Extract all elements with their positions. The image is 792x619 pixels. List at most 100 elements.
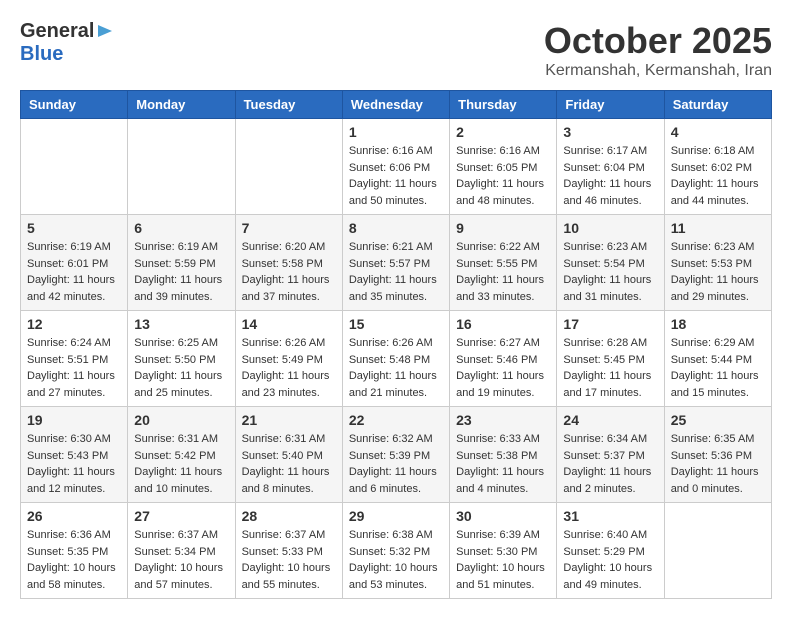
day-number: 11: [671, 220, 765, 236]
calendar-cell: 8Sunrise: 6:21 AM Sunset: 5:57 PM Daylig…: [342, 215, 449, 311]
calendar-cell: 20Sunrise: 6:31 AM Sunset: 5:42 PM Dayli…: [128, 407, 235, 503]
day-number: 10: [563, 220, 657, 236]
day-info: Sunrise: 6:16 AM Sunset: 6:05 PM Dayligh…: [456, 143, 550, 209]
week-row-3: 12Sunrise: 6:24 AM Sunset: 5:51 PM Dayli…: [21, 311, 772, 407]
calendar-cell: 22Sunrise: 6:32 AM Sunset: 5:39 PM Dayli…: [342, 407, 449, 503]
day-info: Sunrise: 6:29 AM Sunset: 5:44 PM Dayligh…: [671, 335, 765, 401]
calendar-cell: 11 Sunrise: 6:23 AM Sunset: 5:53 PM Dayli…: [664, 215, 771, 311]
day-number: 29: [349, 508, 443, 524]
calendar-subtitle: Kermanshah, Kermanshah, Iran: [544, 62, 772, 80]
day-number: 4: [671, 124, 765, 140]
day-number: 28: [242, 508, 336, 524]
day-number: 21: [242, 412, 336, 428]
day-info: Sunrise: 6:39 AM Sunset: 5:30 PM Dayligh…: [456, 527, 550, 593]
day-number: 20: [134, 412, 228, 428]
calendar-header-row: SundayMondayTuesdayWednesdayThursdayFrid…: [21, 91, 772, 119]
day-number: 15: [349, 316, 443, 332]
calendar-cell: 16Sunrise: 6:27 AM Sunset: 5:46 PM Dayli…: [450, 311, 557, 407]
day-number: 19: [27, 412, 121, 428]
day-info: Sunrise: 6:37 AM Sunset: 5:34 PM Dayligh…: [134, 527, 228, 593]
calendar-cell: 6Sunrise: 6:19 AM Sunset: 5:59 PM Daylig…: [128, 215, 235, 311]
calendar-cell: 1Sunrise: 6:16 AM Sunset: 6:06 PM Daylig…: [342, 119, 449, 215]
logo-blue-text: Blue: [20, 43, 63, 66]
calendar-cell: 17 Sunrise: 6:28 AM Sunset: 5:45 PM Dayli…: [557, 311, 664, 407]
page-header: General Blue October 2025 Kermanshah, Ke…: [20, 20, 772, 80]
calendar-cell: 10 Sunrise: 6:23 AM Sunset: 5:54 PM Dayli…: [557, 215, 664, 311]
day-number: 22: [349, 412, 443, 428]
calendar-cell: 21 Sunrise: 6:31 AM Sunset: 5:40 PM Dayli…: [235, 407, 342, 503]
calendar-cell: 19 Sunrise: 6:30 AM Sunset: 5:43 PM Dayli…: [21, 407, 128, 503]
day-number: 7: [242, 220, 336, 236]
day-number: 23: [456, 412, 550, 428]
calendar-cell: 28 Sunrise: 6:37 AM Sunset: 5:33 PM Dayli…: [235, 503, 342, 599]
day-number: 14: [242, 316, 336, 332]
calendar-cell: 13 Sunrise: 6:25 AM Sunset: 5:50 PM Dayli…: [128, 311, 235, 407]
day-info: Sunrise: 6:17 AM Sunset: 6:04 PM Dayligh…: [563, 143, 657, 209]
calendar-cell: 25Sunrise: 6:35 AM Sunset: 5:36 PM Dayli…: [664, 407, 771, 503]
calendar-cell: 9Sunrise: 6:22 AM Sunset: 5:55 PM Daylig…: [450, 215, 557, 311]
day-number: 30: [456, 508, 550, 524]
day-info: Sunrise: 6:26 AM Sunset: 5:49 PM Dayligh…: [242, 335, 336, 401]
day-number: 25: [671, 412, 765, 428]
header-wednesday: Wednesday: [342, 91, 449, 119]
title-block: October 2025 Kermanshah, Kermanshah, Ira…: [544, 20, 772, 80]
day-info: Sunrise: 6:40 AM Sunset: 5:29 PM Dayligh…: [563, 527, 657, 593]
day-number: 3: [563, 124, 657, 140]
logo-general-text: General: [20, 20, 94, 43]
calendar-cell: 3 Sunrise: 6:17 AM Sunset: 6:04 PM Daylig…: [557, 119, 664, 215]
calendar-cell: 5Sunrise: 6:19 AM Sunset: 6:01 PM Daylig…: [21, 215, 128, 311]
header-sunday: Sunday: [21, 91, 128, 119]
day-info: Sunrise: 6:33 AM Sunset: 5:38 PM Dayligh…: [456, 431, 550, 497]
day-info: Sunrise: 6:30 AM Sunset: 5:43 PM Dayligh…: [27, 431, 121, 497]
day-info: Sunrise: 6:19 AM Sunset: 5:59 PM Dayligh…: [134, 239, 228, 305]
day-number: 18: [671, 316, 765, 332]
day-info: Sunrise: 6:21 AM Sunset: 5:57 PM Dayligh…: [349, 239, 443, 305]
calendar-table: SundayMondayTuesdayWednesdayThursdayFrid…: [20, 90, 772, 599]
header-friday: Friday: [557, 91, 664, 119]
week-row-4: 19 Sunrise: 6:30 AM Sunset: 5:43 PM Dayli…: [21, 407, 772, 503]
day-number: 5: [27, 220, 121, 236]
day-number: 12: [27, 316, 121, 332]
day-info: Sunrise: 6:16 AM Sunset: 6:06 PM Dayligh…: [349, 143, 443, 209]
day-number: 9: [456, 220, 550, 236]
calendar-cell: 31 Sunrise: 6:40 AM Sunset: 5:29 PM Dayli…: [557, 503, 664, 599]
day-number: 27: [134, 508, 228, 524]
week-row-2: 5Sunrise: 6:19 AM Sunset: 6:01 PM Daylig…: [21, 215, 772, 311]
day-info: Sunrise: 6:31 AM Sunset: 5:40 PM Dayligh…: [242, 431, 336, 497]
logo-arrow-icon: [96, 22, 114, 40]
day-info: Sunrise: 6:20 AM Sunset: 5:58 PM Dayligh…: [242, 239, 336, 305]
calendar-cell: 12Sunrise: 6:24 AM Sunset: 5:51 PM Dayli…: [21, 311, 128, 407]
day-info: Sunrise: 6:18 AM Sunset: 6:02 PM Dayligh…: [671, 143, 765, 209]
header-tuesday: Tuesday: [235, 91, 342, 119]
calendar-cell: [128, 119, 235, 215]
day-number: 26: [27, 508, 121, 524]
calendar-cell: 23 Sunrise: 6:33 AM Sunset: 5:38 PM Dayli…: [450, 407, 557, 503]
day-info: Sunrise: 6:37 AM Sunset: 5:33 PM Dayligh…: [242, 527, 336, 593]
calendar-cell: 15Sunrise: 6:26 AM Sunset: 5:48 PM Dayli…: [342, 311, 449, 407]
calendar-cell: 7 Sunrise: 6:20 AM Sunset: 5:58 PM Daylig…: [235, 215, 342, 311]
day-info: Sunrise: 6:23 AM Sunset: 5:54 PM Dayligh…: [563, 239, 657, 305]
week-row-1: 1Sunrise: 6:16 AM Sunset: 6:06 PM Daylig…: [21, 119, 772, 215]
day-number: 2: [456, 124, 550, 140]
week-row-5: 26Sunrise: 6:36 AM Sunset: 5:35 PM Dayli…: [21, 503, 772, 599]
day-info: Sunrise: 6:27 AM Sunset: 5:46 PM Dayligh…: [456, 335, 550, 401]
calendar-cell: 30 Sunrise: 6:39 AM Sunset: 5:30 PM Dayli…: [450, 503, 557, 599]
header-thursday: Thursday: [450, 91, 557, 119]
calendar-title: October 2025: [544, 20, 772, 62]
day-number: 13: [134, 316, 228, 332]
calendar-cell: 26Sunrise: 6:36 AM Sunset: 5:35 PM Dayli…: [21, 503, 128, 599]
calendar-cell: 14 Sunrise: 6:26 AM Sunset: 5:49 PM Dayli…: [235, 311, 342, 407]
day-number: 17: [563, 316, 657, 332]
day-number: 31: [563, 508, 657, 524]
calendar-cell: 4 Sunrise: 6:18 AM Sunset: 6:02 PM Daylig…: [664, 119, 771, 215]
day-info: Sunrise: 6:23 AM Sunset: 5:53 PM Dayligh…: [671, 239, 765, 305]
calendar-cell: 18 Sunrise: 6:29 AM Sunset: 5:44 PM Dayli…: [664, 311, 771, 407]
day-info: Sunrise: 6:38 AM Sunset: 5:32 PM Dayligh…: [349, 527, 443, 593]
calendar-cell: [235, 119, 342, 215]
day-info: Sunrise: 6:25 AM Sunset: 5:50 PM Dayligh…: [134, 335, 228, 401]
calendar-cell: 24Sunrise: 6:34 AM Sunset: 5:37 PM Dayli…: [557, 407, 664, 503]
day-info: Sunrise: 6:28 AM Sunset: 5:45 PM Dayligh…: [563, 335, 657, 401]
logo: General Blue: [20, 20, 114, 66]
calendar-cell: 29 Sunrise: 6:38 AM Sunset: 5:32 PM Dayli…: [342, 503, 449, 599]
calendar-cell: 2 Sunrise: 6:16 AM Sunset: 6:05 PM Daylig…: [450, 119, 557, 215]
